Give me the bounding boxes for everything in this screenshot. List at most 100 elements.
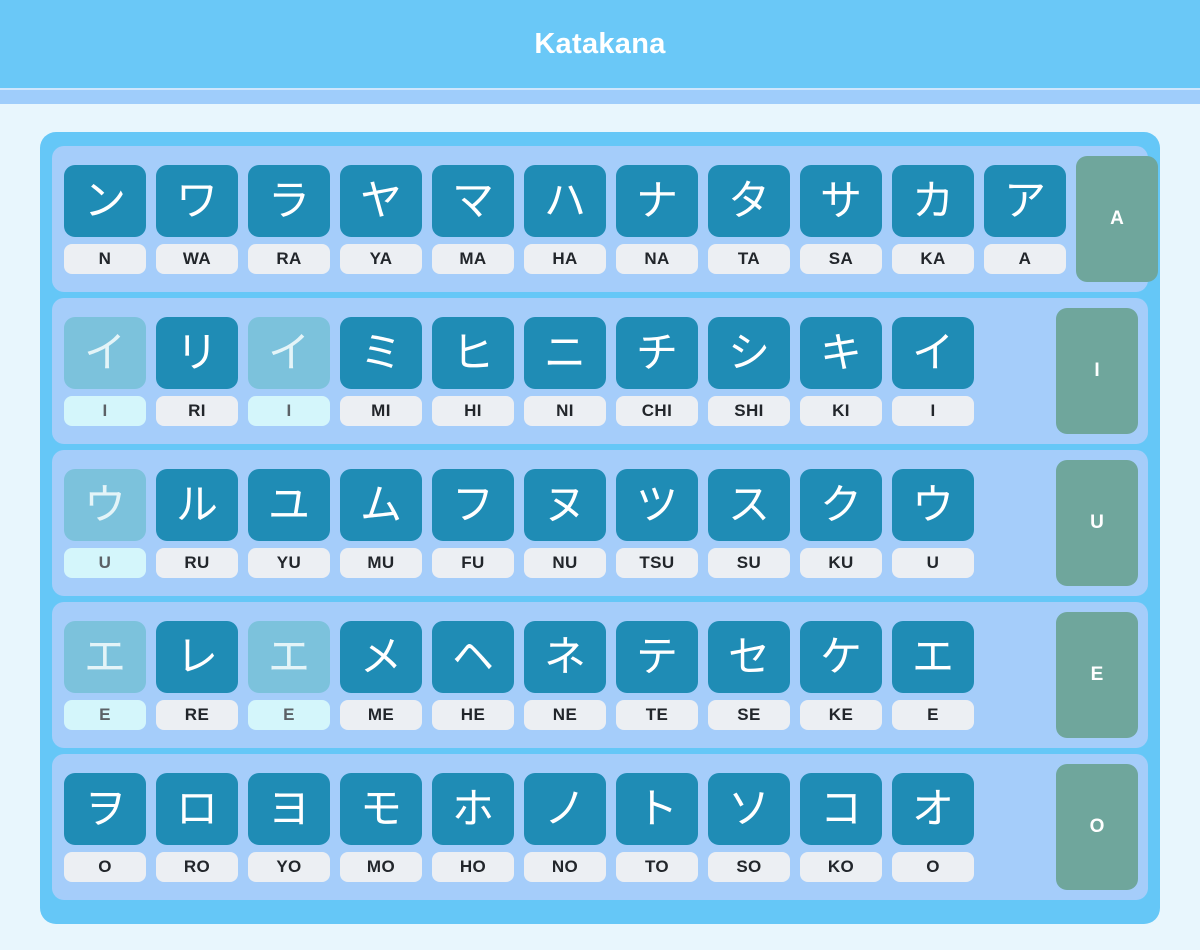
kana-cell[interactable]: ヘ HE bbox=[432, 620, 514, 730]
kana-glyph[interactable]: ム bbox=[340, 468, 422, 541]
kana-cell[interactable]: レ RE bbox=[156, 620, 238, 730]
kana-cell[interactable]: ワ WA bbox=[156, 164, 238, 274]
kana-cell[interactable]: ヒ HI bbox=[432, 316, 514, 426]
kana-glyph[interactable]: マ bbox=[432, 164, 514, 237]
kana-glyph[interactable]: ナ bbox=[616, 164, 698, 237]
kana-glyph[interactable]: ウ bbox=[64, 468, 146, 541]
kana-cell[interactable]: チ CHI bbox=[616, 316, 698, 426]
kana-glyph[interactable]: ロ bbox=[156, 772, 238, 845]
kana-glyph[interactable]: オ bbox=[892, 772, 974, 845]
kana-glyph[interactable]: ユ bbox=[248, 468, 330, 541]
kana-cell[interactable]: ウU bbox=[64, 468, 146, 578]
kana-cell[interactable]: カ KA bbox=[892, 164, 974, 274]
kana-glyph[interactable]: ホ bbox=[432, 772, 514, 845]
kana-cell[interactable]: サ SA bbox=[800, 164, 882, 274]
kana-glyph[interactable]: セ bbox=[708, 620, 790, 693]
kana-glyph[interactable]: ス bbox=[708, 468, 790, 541]
kana-cell[interactable]: フ FU bbox=[432, 468, 514, 578]
kana-cell[interactable]: ンN bbox=[64, 164, 146, 274]
kana-cell[interactable]: ニ NI bbox=[524, 316, 606, 426]
kana-glyph[interactable]: ラ bbox=[248, 164, 330, 237]
kana-glyph[interactable]: ソ bbox=[708, 772, 790, 845]
kana-glyph[interactable]: サ bbox=[800, 164, 882, 237]
kana-glyph[interactable]: レ bbox=[156, 620, 238, 693]
kana-glyph[interactable]: イ bbox=[892, 316, 974, 389]
kana-glyph[interactable]: ヘ bbox=[432, 620, 514, 693]
kana-glyph[interactable]: イ bbox=[248, 316, 330, 389]
kana-glyph[interactable]: ト bbox=[616, 772, 698, 845]
kana-glyph[interactable]: ヒ bbox=[432, 316, 514, 389]
kana-cell[interactable]: ソ SO bbox=[708, 772, 790, 882]
kana-cell[interactable]: ハ HA bbox=[524, 164, 606, 274]
kana-glyph[interactable]: ウ bbox=[892, 468, 974, 541]
kana-glyph[interactable]: ミ bbox=[340, 316, 422, 389]
kana-glyph[interactable]: ヤ bbox=[340, 164, 422, 237]
kana-cell[interactable]: ヤ YA bbox=[340, 164, 422, 274]
kana-cell[interactable]: ケ KE bbox=[800, 620, 882, 730]
kana-glyph[interactable]: テ bbox=[616, 620, 698, 693]
kana-glyph[interactable]: コ bbox=[800, 772, 882, 845]
kana-glyph[interactable]: チ bbox=[616, 316, 698, 389]
kana-cell[interactable]: ク KU bbox=[800, 468, 882, 578]
kana-cell[interactable]: ノ NO bbox=[524, 772, 606, 882]
kana-glyph[interactable]: イ bbox=[64, 316, 146, 389]
kana-cell[interactable]: ミ MI bbox=[340, 316, 422, 426]
kana-glyph[interactable]: ワ bbox=[156, 164, 238, 237]
kana-cell[interactable]: タ TA bbox=[708, 164, 790, 274]
kana-glyph[interactable]: フ bbox=[432, 468, 514, 541]
kana-glyph[interactable]: エ bbox=[64, 620, 146, 693]
kana-cell[interactable]: ロ RO bbox=[156, 772, 238, 882]
kana-cell[interactable]: イI bbox=[892, 316, 974, 426]
kana-glyph[interactable]: メ bbox=[340, 620, 422, 693]
kana-glyph[interactable]: ケ bbox=[800, 620, 882, 693]
kana-cell[interactable]: ヨ YO bbox=[248, 772, 330, 882]
kana-cell[interactable]: ト TO bbox=[616, 772, 698, 882]
kana-cell[interactable]: アA bbox=[984, 164, 1066, 274]
kana-glyph[interactable]: シ bbox=[708, 316, 790, 389]
kana-glyph[interactable]: モ bbox=[340, 772, 422, 845]
kana-glyph[interactable]: エ bbox=[892, 620, 974, 693]
kana-glyph[interactable]: カ bbox=[892, 164, 974, 237]
kana-cell[interactable]: リ RI bbox=[156, 316, 238, 426]
kana-cell[interactable]: コ KO bbox=[800, 772, 882, 882]
kana-cell[interactable]: キ KI bbox=[800, 316, 882, 426]
kana-cell[interactable]: ナ NA bbox=[616, 164, 698, 274]
kana-cell[interactable]: ユ YU bbox=[248, 468, 330, 578]
kana-glyph[interactable]: ヲ bbox=[64, 772, 146, 845]
kana-cell[interactable]: ル RU bbox=[156, 468, 238, 578]
kana-glyph[interactable]: ル bbox=[156, 468, 238, 541]
kana-cell[interactable]: シ SHI bbox=[708, 316, 790, 426]
kana-glyph[interactable]: ノ bbox=[524, 772, 606, 845]
kana-cell[interactable]: エE bbox=[64, 620, 146, 730]
kana-cell[interactable]: イI bbox=[64, 316, 146, 426]
kana-glyph[interactable]: リ bbox=[156, 316, 238, 389]
kana-glyph[interactable]: ヨ bbox=[248, 772, 330, 845]
kana-cell[interactable]: イI bbox=[248, 316, 330, 426]
kana-glyph[interactable]: エ bbox=[248, 620, 330, 693]
kana-glyph[interactable]: ネ bbox=[524, 620, 606, 693]
kana-cell[interactable]: エE bbox=[892, 620, 974, 730]
kana-cell[interactable]: ネ NE bbox=[524, 620, 606, 730]
kana-cell[interactable]: マ MA bbox=[432, 164, 514, 274]
kana-glyph[interactable]: ヌ bbox=[524, 468, 606, 541]
kana-cell[interactable]: ツ TSU bbox=[616, 468, 698, 578]
kana-cell[interactable]: ス SU bbox=[708, 468, 790, 578]
kana-glyph[interactable]: ア bbox=[984, 164, 1066, 237]
kana-cell[interactable]: ホ HO bbox=[432, 772, 514, 882]
kana-glyph[interactable]: ク bbox=[800, 468, 882, 541]
kana-cell[interactable]: ラ RA bbox=[248, 164, 330, 274]
kana-cell[interactable]: モ MO bbox=[340, 772, 422, 882]
kana-glyph[interactable]: ニ bbox=[524, 316, 606, 389]
kana-cell[interactable]: テ TE bbox=[616, 620, 698, 730]
kana-cell[interactable]: エE bbox=[248, 620, 330, 730]
kana-cell[interactable]: メ ME bbox=[340, 620, 422, 730]
kana-glyph[interactable]: ツ bbox=[616, 468, 698, 541]
kana-cell[interactable]: セ SE bbox=[708, 620, 790, 730]
kana-cell[interactable]: オO bbox=[892, 772, 974, 882]
kana-glyph[interactable]: キ bbox=[800, 316, 882, 389]
kana-glyph[interactable]: ン bbox=[64, 164, 146, 237]
kana-glyph[interactable]: ハ bbox=[524, 164, 606, 237]
kana-cell[interactable]: ヲO bbox=[64, 772, 146, 882]
kana-cell[interactable]: ヌ NU bbox=[524, 468, 606, 578]
kana-cell[interactable]: ム MU bbox=[340, 468, 422, 578]
